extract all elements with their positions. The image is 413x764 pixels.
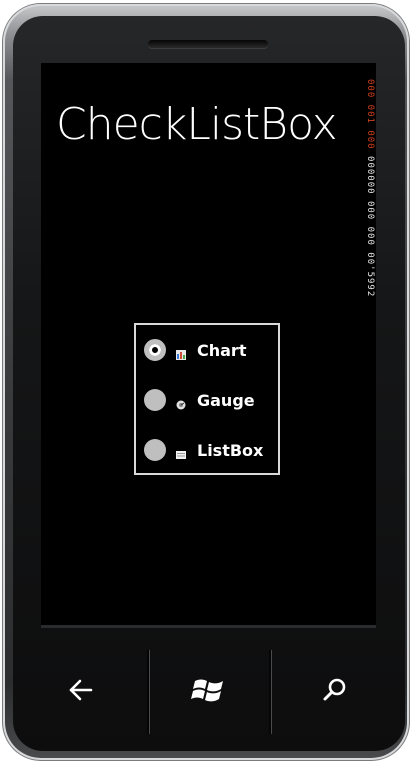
radio-button[interactable] <box>144 439 166 461</box>
list-item-label: Chart <box>197 340 247 360</box>
start-button[interactable] <box>149 648 269 736</box>
screen-edge <box>41 625 376 628</box>
list-item-chart[interactable]: Chart <box>144 335 274 365</box>
frame-rate-counters: 000 001 000 000000 000 000 00'5992 <box>363 79 375 339</box>
list-item-label: Gauge <box>197 390 255 410</box>
frame-rate-counter-white: 000000 000 000 00'5992 <box>365 156 375 298</box>
radio-button-checked[interactable] <box>144 339 166 361</box>
hardware-navigation-bar <box>14 648 399 738</box>
radio-button[interactable] <box>144 389 166 411</box>
page-title: CheckListBox <box>56 99 338 150</box>
back-button[interactable] <box>14 648 147 736</box>
windows-logo-icon <box>191 674 227 710</box>
list-item-label: ListBox <box>197 440 264 460</box>
check-list-box: Chart Gauge ListBox <box>134 323 280 475</box>
list-item-gauge[interactable]: Gauge <box>144 385 274 415</box>
chart-icon <box>176 345 186 360</box>
frame-rate-counter-red: 000 001 000 <box>365 79 375 150</box>
back-arrow-icon <box>68 679 94 705</box>
phone-screen: CheckListBox 000 001 000 000000 000 000 … <box>41 63 376 625</box>
search-icon <box>322 677 348 707</box>
list-item-listbox[interactable]: ListBox <box>144 435 274 465</box>
earpiece-speaker <box>148 40 268 48</box>
search-button[interactable] <box>271 648 399 736</box>
gauge-icon <box>176 395 186 410</box>
listbox-icon <box>176 445 186 459</box>
